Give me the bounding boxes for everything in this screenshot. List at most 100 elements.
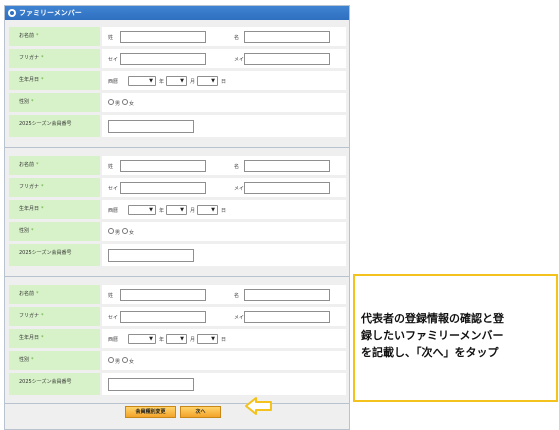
month-label: 月 [190,337,196,343]
male-radio[interactable] [108,99,114,105]
mei-label: 名 [234,35,240,41]
mei-kana-input[interactable] [244,311,330,323]
birthday-label: 生年月日 * [9,71,100,90]
day-select[interactable]: ▼ [197,76,218,86]
section-header: ファミリーメンバー [5,6,349,20]
gender-label: 性別 * [9,222,100,241]
membership-number-input[interactable] [108,249,194,262]
sei-label: 姓 [108,164,114,170]
mei-kana-label: メイ [234,315,245,321]
family-member-form: ファミリーメンバー お名前* 姓 名 フリガナ* セイ メイ 生年月日* [4,5,350,430]
block-divider [5,147,349,148]
chevron-down-icon: ▼ [149,336,153,342]
month-select[interactable]: ▼ [166,205,187,215]
birthday-label: 生年月日 * [9,329,100,348]
mei-label: 名 [234,293,240,299]
arrow-pointer-icon [245,397,272,415]
furigana-row: フリガナ * セイ メイ [9,178,346,197]
name-label: お名前 * [9,285,100,304]
male-label: 男 [115,359,121,365]
month-select[interactable]: ▼ [166,76,187,86]
female-radio[interactable] [122,357,128,363]
male-radio[interactable] [108,228,114,234]
instruction-line: 録したいファミリーメンバー [361,329,504,342]
section-title: ファミリーメンバー [19,9,82,17]
instruction-text: 代表者の登録情報の確認と登 録したいファミリーメンバー を記載し、「次へ」をタッ… [361,310,553,361]
furigana-row: フリガナ * セイ メイ [9,307,346,326]
month-label: 月 [190,79,196,85]
sei-input[interactable] [120,31,206,43]
day-label: 日 [221,79,227,85]
month-select[interactable]: ▼ [166,334,187,344]
mei-kana-label: メイ [234,57,245,63]
membership-row: 2025シーズン会員番号 [9,115,346,137]
era-label: 西暦 [108,208,119,214]
membership-number-input[interactable] [108,120,194,133]
male-label: 男 [115,101,121,107]
year-label: 年 [159,208,165,214]
sei-kana-label: セイ [108,57,119,63]
chevron-down-icon: ▼ [211,336,215,342]
chevron-down-icon: ▼ [211,78,215,84]
female-label: 女 [129,359,135,365]
mei-input[interactable] [244,160,330,172]
change-membership-type-button[interactable]: 会員種別変更 [125,406,176,418]
female-label: 女 [129,230,135,236]
mei-kana-input[interactable] [244,182,330,194]
era-label: 西暦 [108,79,119,85]
day-select[interactable]: ▼ [197,334,218,344]
female-label: 女 [129,101,135,107]
name-row: お名前 * 姓 名 [9,27,346,46]
name-row: お名前 * 姓 名 [9,285,346,304]
chevron-down-icon: ▼ [180,336,184,342]
mei-input[interactable] [244,289,330,301]
female-radio[interactable] [122,99,128,105]
female-radio[interactable] [122,228,128,234]
next-button[interactable]: 次へ [180,406,221,418]
chevron-down-icon: ▼ [149,207,153,213]
mei-kana-input[interactable] [244,53,330,65]
birthday-row: 生年月日 * 西暦 ▼ 年 ▼ 月 ▼ 日 [9,71,346,90]
male-radio[interactable] [108,357,114,363]
mei-input[interactable] [244,31,330,43]
birthday-label: 生年月日 * [9,200,100,219]
membership-label: 2025シーズン会員番号 [9,115,100,137]
block-divider [5,403,349,404]
section-icon [8,9,16,17]
gender-row: 性別 * 男 女 [9,351,346,370]
furigana-label: フリガナ * [9,307,100,326]
name-label: お名前 * [9,27,100,46]
furigana-label: フリガナ * [9,49,100,68]
year-label: 年 [159,79,165,85]
furigana-label: フリガナ * [9,178,100,197]
year-select[interactable]: ▼ [128,334,156,344]
gender-row: 性別 * 男 女 [9,93,346,112]
membership-number-input[interactable] [108,378,194,391]
male-label: 男 [115,230,121,236]
day-label: 日 [221,337,227,343]
month-label: 月 [190,208,196,214]
membership-row: 2025シーズン会員番号 [9,244,346,266]
sei-label: 姓 [108,293,114,299]
name-row: お名前 * 姓 名 [9,156,346,175]
mei-label: 名 [234,164,240,170]
birthday-row: 生年月日 * 西暦 ▼ 年 ▼ 月 ▼ 日 [9,200,346,219]
chevron-down-icon: ▼ [180,78,184,84]
chevron-down-icon: ▼ [211,207,215,213]
furigana-row: フリガナ * セイ メイ [9,49,346,68]
day-label: 日 [221,208,227,214]
sei-input[interactable] [120,289,206,301]
day-select[interactable]: ▼ [197,205,218,215]
instruction-line: を記載し、「次へ」をタップ [361,346,499,359]
sei-kana-input[interactable] [120,182,206,194]
year-select[interactable]: ▼ [128,205,156,215]
sei-kana-label: セイ [108,315,119,321]
year-select[interactable]: ▼ [128,76,156,86]
chevron-down-icon: ▼ [180,207,184,213]
membership-label: 2025シーズン会員番号 [9,244,100,266]
sei-input[interactable] [120,160,206,172]
block-divider [5,276,349,277]
instruction-callout: 代表者の登録情報の確認と登 録したいファミリーメンバー を記載し、「次へ」をタッ… [353,274,558,402]
sei-kana-input[interactable] [120,53,206,65]
sei-kana-input[interactable] [120,311,206,323]
